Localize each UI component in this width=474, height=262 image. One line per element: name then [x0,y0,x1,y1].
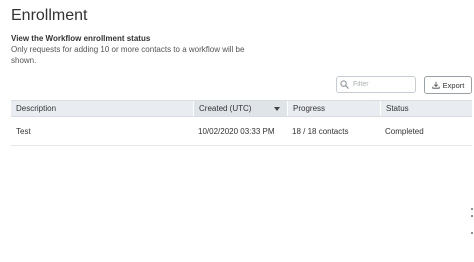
scrollbar-mark [471,208,473,210]
enrollment-table: Description Created (UTC) Progress Statu… [11,100,472,146]
scrollbar-mark [471,232,473,234]
cell-created: 10/02/2020 03:33 PM [198,126,275,136]
column-label: Description [16,104,57,113]
page-title: Enrollment [11,7,88,24]
column-header-created[interactable]: Created (UTC) [193,101,287,116]
page-subtitle: View the Workflow enrollment status [11,34,151,43]
page-description: Only requests for adding 10 or more cont… [11,45,245,65]
filter-input[interactable] [353,81,413,88]
search-icon [340,80,349,89]
column-header-status[interactable]: Status [380,101,472,116]
column-label: Status [386,104,409,113]
column-label: Progress [293,104,326,113]
column-header-progress[interactable]: Progress [287,101,380,116]
sort-descending-icon [274,106,280,111]
cell-status: Completed [385,126,424,136]
export-button[interactable]: Export [424,76,472,94]
download-icon [432,81,440,89]
filter-field[interactable] [336,76,416,93]
scrollbar-mark [471,215,473,217]
export-label: Export [442,80,465,90]
column-label: Created (UTC) [199,104,252,113]
table-row[interactable]: Test 10/02/2020 03:33 PM 18 / 18 contact… [11,117,472,146]
column-header-description[interactable]: Description [11,101,193,116]
table-header: Description Created (UTC) Progress Statu… [11,100,472,117]
enrollment-page: Enrollment View the Workflow enrollment … [0,0,474,262]
cell-description: Test [16,126,31,136]
cell-progress: 18 / 18 contacts [292,126,349,136]
